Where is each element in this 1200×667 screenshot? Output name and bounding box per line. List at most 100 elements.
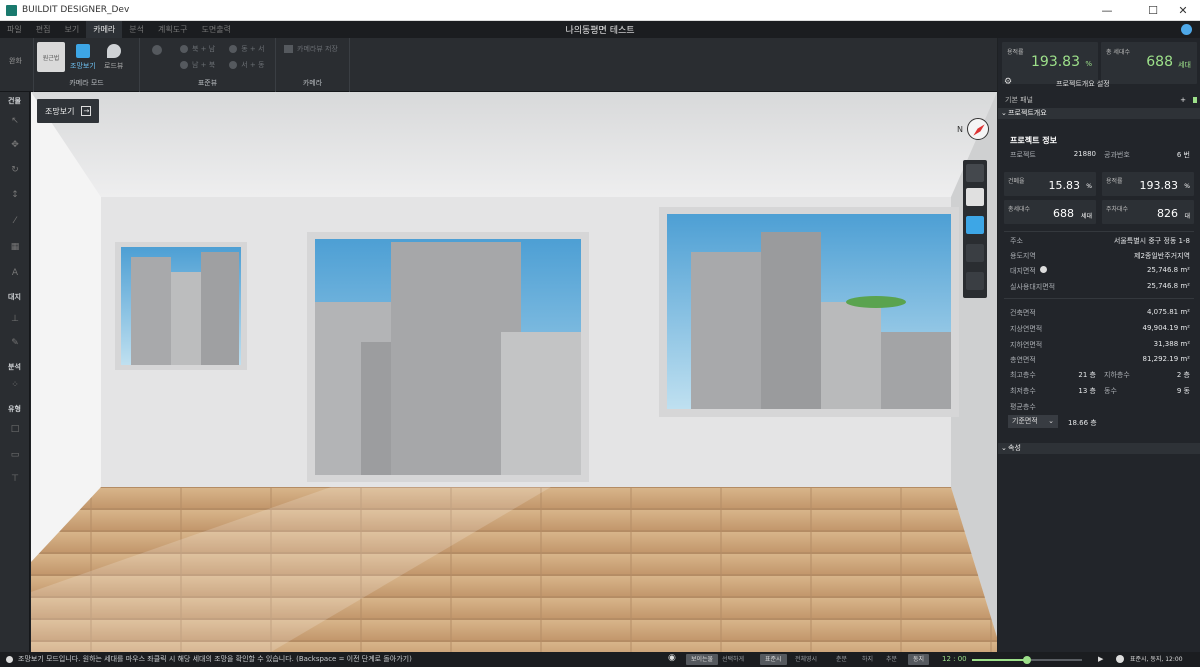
height-icon[interactable]: ↕ (10, 190, 20, 200)
add-icon[interactable]: + (1180, 94, 1186, 106)
top-units-label: 총 세대수 (1106, 49, 1130, 56)
time-summary: 표준시, 동지, 12:00 (1130, 656, 1183, 663)
compass-small-icon[interactable] (152, 45, 162, 55)
close-button[interactable]: ✕ (1160, 0, 1200, 21)
section-attributes[interactable]: ⌄ 속성 (998, 443, 1200, 454)
west-east-icon (229, 61, 238, 69)
info-icon[interactable] (1040, 266, 1047, 273)
time-slider[interactable] (972, 656, 1082, 664)
compass-icon[interactable] (967, 118, 989, 140)
card-bcr: 건폐율 15.83% (1004, 172, 1096, 196)
user-avatar-icon[interactable] (1181, 24, 1192, 35)
east-west-icon (229, 45, 238, 53)
menu-camera[interactable]: 카메라 (86, 21, 123, 38)
cam-perspective-button[interactable] (966, 164, 984, 182)
ribbon-toolbar: 완화 원근법 조망보기 로드뷰 카메라 모드 북 + 남 동 + 서 남 + 북… (0, 38, 997, 92)
time-slider-knob[interactable] (1023, 656, 1031, 664)
zoning-row: 용도지역 제2종일반주거지역 (1010, 252, 1190, 260)
stamp-icon[interactable]: ⊤ (10, 474, 20, 484)
time-autumn-equinox[interactable]: 추분 (886, 654, 897, 665)
cam-panorama-icon[interactable] (966, 216, 984, 234)
selection-pill[interactable]: 선택하게 (722, 654, 744, 665)
chevron-down-icon: ⌄ (1001, 109, 1007, 117)
top-units-value: 688 (1146, 54, 1173, 70)
right-panel: 용적률 193.83 % 총 세대수 688 세대 ⚙ 프로젝트개요 설정 기본… (998, 38, 1200, 652)
menu-analysis[interactable]: 분석 (122, 21, 151, 38)
ribbon-group-standard-view: 북 + 남 동 + 서 남 + 북 서 + 동 표준뷰 (140, 38, 276, 92)
full-sun-pill[interactable]: 전체영시 (795, 654, 817, 665)
view-mode-label: 조망보기 (70, 62, 96, 70)
plan-number-row: 공과번호 6 번 (1104, 151, 1190, 159)
time-summer-solstice[interactable]: 하지 (862, 654, 873, 665)
card-units: 총세대수 688 세대 (1004, 200, 1096, 224)
project-settings-row[interactable]: ⚙ 프로젝트개요 설정 (998, 76, 1200, 92)
view-mode-toggle-button[interactable]: 조망보기 → (37, 99, 100, 123)
grid-icon[interactable]: ▦ (10, 242, 20, 252)
sun-icon[interactable] (1116, 655, 1124, 663)
layout-icon[interactable]: ▭ (10, 450, 20, 460)
visible-objects-pill[interactable]: 보이는물 (686, 654, 719, 665)
text-icon[interactable]: A (10, 268, 20, 278)
menu-edit[interactable]: 편집 (29, 21, 58, 38)
south-north-icon (180, 61, 188, 69)
play-icon[interactable]: ▶ (1098, 655, 1103, 663)
pin-tool-icon[interactable]: ⊥ (10, 314, 20, 324)
project-info-title: 프로젝트 정보 (1010, 136, 1057, 145)
pen-icon[interactable]: ✎ (10, 338, 20, 348)
usable-site-area-row: 실사용대지면적 25,746.8 m² (1010, 282, 1190, 291)
ribbon-group-camera: 카메라뷰 저장 카메라 (276, 38, 350, 92)
section-type: 유형 (8, 405, 21, 413)
analysis-icon[interactable]: ⁘ (10, 380, 20, 390)
std-view-west-east[interactable]: 서 + 동 (241, 60, 264, 70)
map-pin-icon (106, 44, 121, 58)
time-winter-solstice[interactable]: 동지 (908, 654, 930, 665)
status-message: 조망보기 모드입니다. 원하는 세대를 마우스 좌클릭 시 해당 세대의 조망을… (18, 655, 412, 663)
north-south-icon (180, 45, 188, 53)
compass-north-label: N (957, 125, 963, 134)
ribbon-group-camera-mode: 원근법 조망보기 로드뷰 카메라 모드 (34, 38, 140, 92)
cursor-icon[interactable]: ↖ (10, 116, 20, 126)
menu-file[interactable]: 파일 (0, 21, 29, 38)
section-project-overview[interactable]: ⌄ 프로젝트개요 (998, 108, 1200, 119)
road-view-label: 로드뷰 (104, 62, 124, 70)
chevron-down-icon: ⌄ (1001, 444, 1007, 452)
menu-plan-tools[interactable]: 계획도구 (151, 21, 194, 38)
menu-view[interactable]: 보기 (57, 21, 86, 38)
panorama-icon (75, 44, 90, 58)
building-count-row: 동수 9 동 (1104, 387, 1190, 395)
frame-icon[interactable]: □ (10, 424, 20, 434)
road-view-button[interactable]: 로드뷰 (104, 44, 123, 71)
menu-drawing-output[interactable]: 도면출력 (194, 21, 237, 38)
avg-floor-select[interactable]: 기준면적 ⌄ (1008, 415, 1058, 428)
rotate-icon[interactable]: ↻ (10, 165, 20, 175)
total-area-row: 총연면적 81,292.19 m² (1010, 355, 1190, 364)
cam-pin-icon[interactable] (966, 244, 984, 262)
top-far-label: 용적률 (1007, 49, 1024, 56)
time-spring-equinox[interactable]: 춘분 (836, 654, 847, 665)
save-camera-view-button[interactable]: 카메라뷰 저장 (297, 44, 338, 54)
project-number-row: 프로젝트 21880 (1010, 150, 1096, 159)
menu-bar: 파일 편집 보기 카메라 분석 계획도구 도면출력 나의동평면 테스트 (0, 21, 1200, 38)
3d-viewport[interactable]: 조망보기 → N (31, 92, 997, 652)
top-far-unit: % (1085, 60, 1092, 68)
std-view-south-north[interactable]: 남 + 북 (192, 60, 215, 70)
view-mode-toggle-label: 조망보기 (45, 106, 75, 116)
eye-icon[interactable]: ◉ (668, 653, 676, 663)
move-icon[interactable]: ✥ (10, 140, 20, 150)
std-view-east-west[interactable]: 동 + 서 (241, 44, 264, 54)
cam-screenshot-icon[interactable] (966, 272, 984, 290)
minimize-button[interactable]: — (1084, 0, 1130, 21)
time-value: 12 : 00 (942, 655, 967, 663)
card-parking: 주차대수 826 대 (1102, 200, 1194, 224)
basic-panel-header: 기본 패널 + (998, 94, 1200, 106)
view-mode-button[interactable]: 조망보기 (70, 44, 96, 71)
line-icon[interactable]: ⁄ (10, 216, 20, 226)
min-floor-row: 최저층수 13 층 (1010, 387, 1096, 395)
cam-ortho-button[interactable] (966, 188, 984, 206)
std-view-north-south[interactable]: 북 + 남 (192, 44, 215, 54)
project-settings-label: 프로젝트개요 설정 (1056, 80, 1110, 88)
max-floor-row: 최고층수 21 층 (1010, 371, 1096, 379)
perspective-button[interactable]: 원근법 (37, 42, 65, 72)
standard-time-pill[interactable]: 표준시 (760, 654, 787, 665)
avg-floor-value: 18.66 층 (1068, 419, 1097, 427)
